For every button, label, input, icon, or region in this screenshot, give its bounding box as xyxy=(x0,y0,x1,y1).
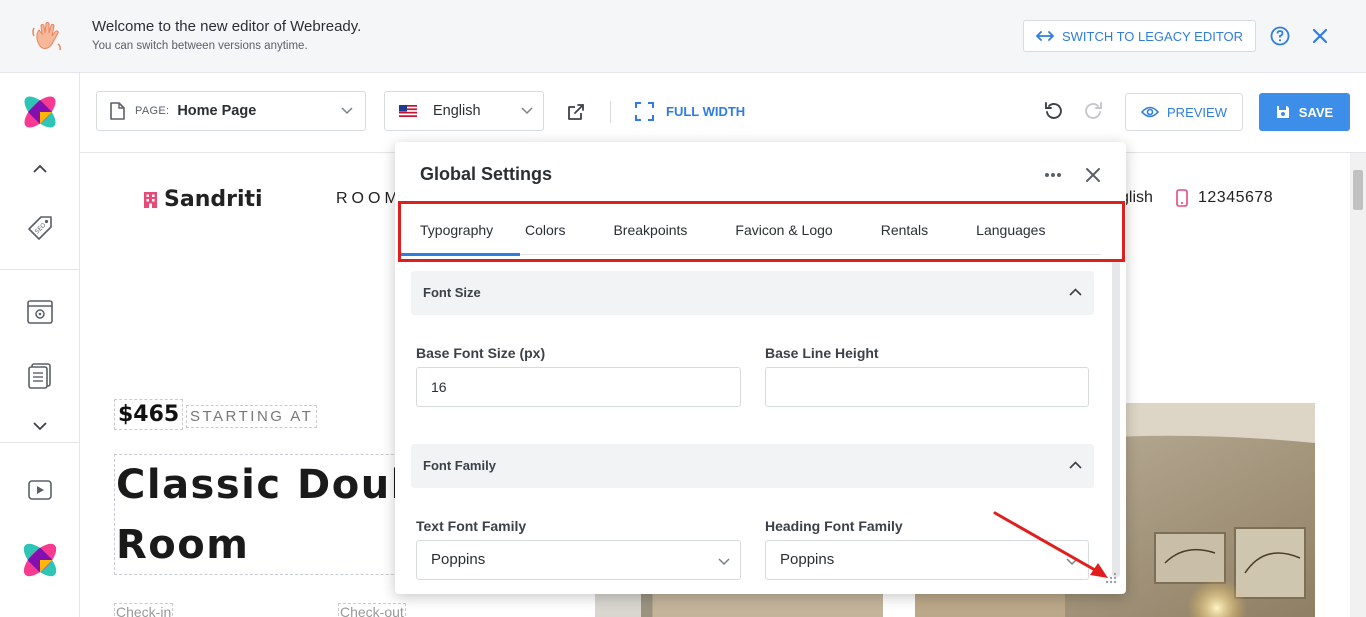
check-out-label[interactable]: Check-out xyxy=(338,603,406,617)
room-starting-at[interactable]: STARTING AT xyxy=(186,405,318,428)
preview-label: PREVIEW xyxy=(1167,104,1227,120)
expand-icon xyxy=(635,102,654,121)
eye-icon xyxy=(1141,106,1160,118)
dialog-title: Global Settings xyxy=(420,164,553,184)
text-font-family-label: Text Font Family xyxy=(416,518,527,534)
banner-subtitle: You can switch between versions anytime. xyxy=(92,40,308,52)
close-icon[interactable] xyxy=(1311,27,1329,45)
font-size-heading: Font Size xyxy=(423,285,481,300)
base-line-height-input[interactable] xyxy=(765,367,1089,407)
full-width-button[interactable]: FULL WIDTH xyxy=(635,102,745,121)
undo-icon[interactable] xyxy=(1044,101,1064,121)
editor-toolbar: PAGE: Home Page English FULL WIDTH PREVI… xyxy=(80,73,1366,153)
redo-icon[interactable] xyxy=(1083,101,1103,121)
heading-font-family-label: Heading Font Family xyxy=(765,518,903,534)
page-icon xyxy=(110,102,125,120)
language-select-value: English xyxy=(433,103,481,119)
preview-button[interactable]: PREVIEW xyxy=(1125,93,1243,131)
welcome-banner: Welcome to the new editor of Webready. Y… xyxy=(0,0,1366,73)
heading-font-family-value: Poppins xyxy=(780,551,835,568)
text-font-family-select[interactable]: Poppins xyxy=(416,540,741,580)
wave-hand-icon xyxy=(32,22,61,51)
chevron-down-icon xyxy=(521,107,533,115)
site-brand-name: Sandriti xyxy=(164,187,263,212)
site-settings-icon[interactable] xyxy=(26,298,54,326)
annotation-arrow-icon xyxy=(993,511,1108,578)
site-nav-phone-number: 12345678 xyxy=(1198,189,1274,206)
room-price[interactable]: $465 xyxy=(114,399,184,430)
hotel-building-icon xyxy=(144,191,157,208)
video-tutorial-icon[interactable] xyxy=(26,476,54,504)
toolbar-divider xyxy=(610,101,611,123)
left-sidebar: SEO xyxy=(0,73,80,617)
canvas-scrollbar-thumb[interactable] xyxy=(1353,170,1363,210)
pages-list-icon[interactable] xyxy=(26,362,54,390)
check-in-label[interactable]: Check-in xyxy=(114,603,174,617)
page-select[interactable]: PAGE: Home Page xyxy=(96,91,366,131)
phone-icon xyxy=(1176,189,1188,207)
more-options-icon[interactable] xyxy=(1044,172,1062,178)
site-nav-phone[interactable]: 12345678 xyxy=(1176,189,1273,207)
text-font-family-value: Poppins xyxy=(431,551,486,568)
chevron-down-icon xyxy=(341,107,353,115)
page-select-value: Home Page xyxy=(177,103,257,119)
chevron-up-icon xyxy=(1069,461,1082,469)
tabs-highlight-annotation xyxy=(398,201,1125,262)
language-select[interactable]: English xyxy=(384,91,544,131)
base-font-size-label: Base Font Size (px) xyxy=(416,345,546,361)
font-family-heading: Font Family xyxy=(423,458,496,473)
save-label: SAVE xyxy=(1298,104,1334,120)
save-button[interactable]: SAVE xyxy=(1259,93,1350,131)
base-line-height-label: Base Line Height xyxy=(765,345,879,361)
close-icon[interactable] xyxy=(1085,167,1101,183)
switch-legacy-editor-button[interactable]: SWITCH TO LEGACY EDITOR xyxy=(1023,20,1256,52)
room-title-line2: Room xyxy=(116,522,250,568)
chevron-up-icon[interactable] xyxy=(32,164,48,174)
page-select-label: PAGE: xyxy=(135,105,170,117)
room-photo-thumbnail xyxy=(595,593,883,617)
base-font-size-input[interactable]: 16 xyxy=(416,367,741,407)
full-width-label: FULL WIDTH xyxy=(666,104,746,119)
room-title-line1: Classic Doub xyxy=(116,462,421,508)
app-logo-icon[interactable] xyxy=(17,537,63,583)
open-external-icon[interactable] xyxy=(566,102,586,122)
font-size-section-header[interactable]: Font Size xyxy=(411,271,1094,315)
switch-legacy-label: SWITCH TO LEGACY EDITOR xyxy=(1061,28,1244,44)
chevron-up-icon xyxy=(1069,288,1082,296)
chevron-down-icon xyxy=(718,558,730,566)
floppy-disk-icon xyxy=(1276,106,1289,118)
site-nav-rooms[interactable]: ROOM xyxy=(336,190,402,208)
swap-arrows-icon xyxy=(1036,31,1054,41)
help-icon[interactable] xyxy=(1270,26,1290,46)
chevron-down-icon[interactable] xyxy=(32,421,48,431)
us-flag-icon xyxy=(399,105,417,117)
site-brand[interactable]: Sandriti xyxy=(143,187,263,212)
seo-tag-icon[interactable]: SEO xyxy=(26,214,54,242)
font-family-section-header[interactable]: Font Family xyxy=(411,444,1094,488)
canvas-scrollbar[interactable] xyxy=(1350,153,1366,617)
app-logo-icon[interactable] xyxy=(18,90,62,134)
banner-title: Welcome to the new editor of Webready. xyxy=(92,18,362,35)
